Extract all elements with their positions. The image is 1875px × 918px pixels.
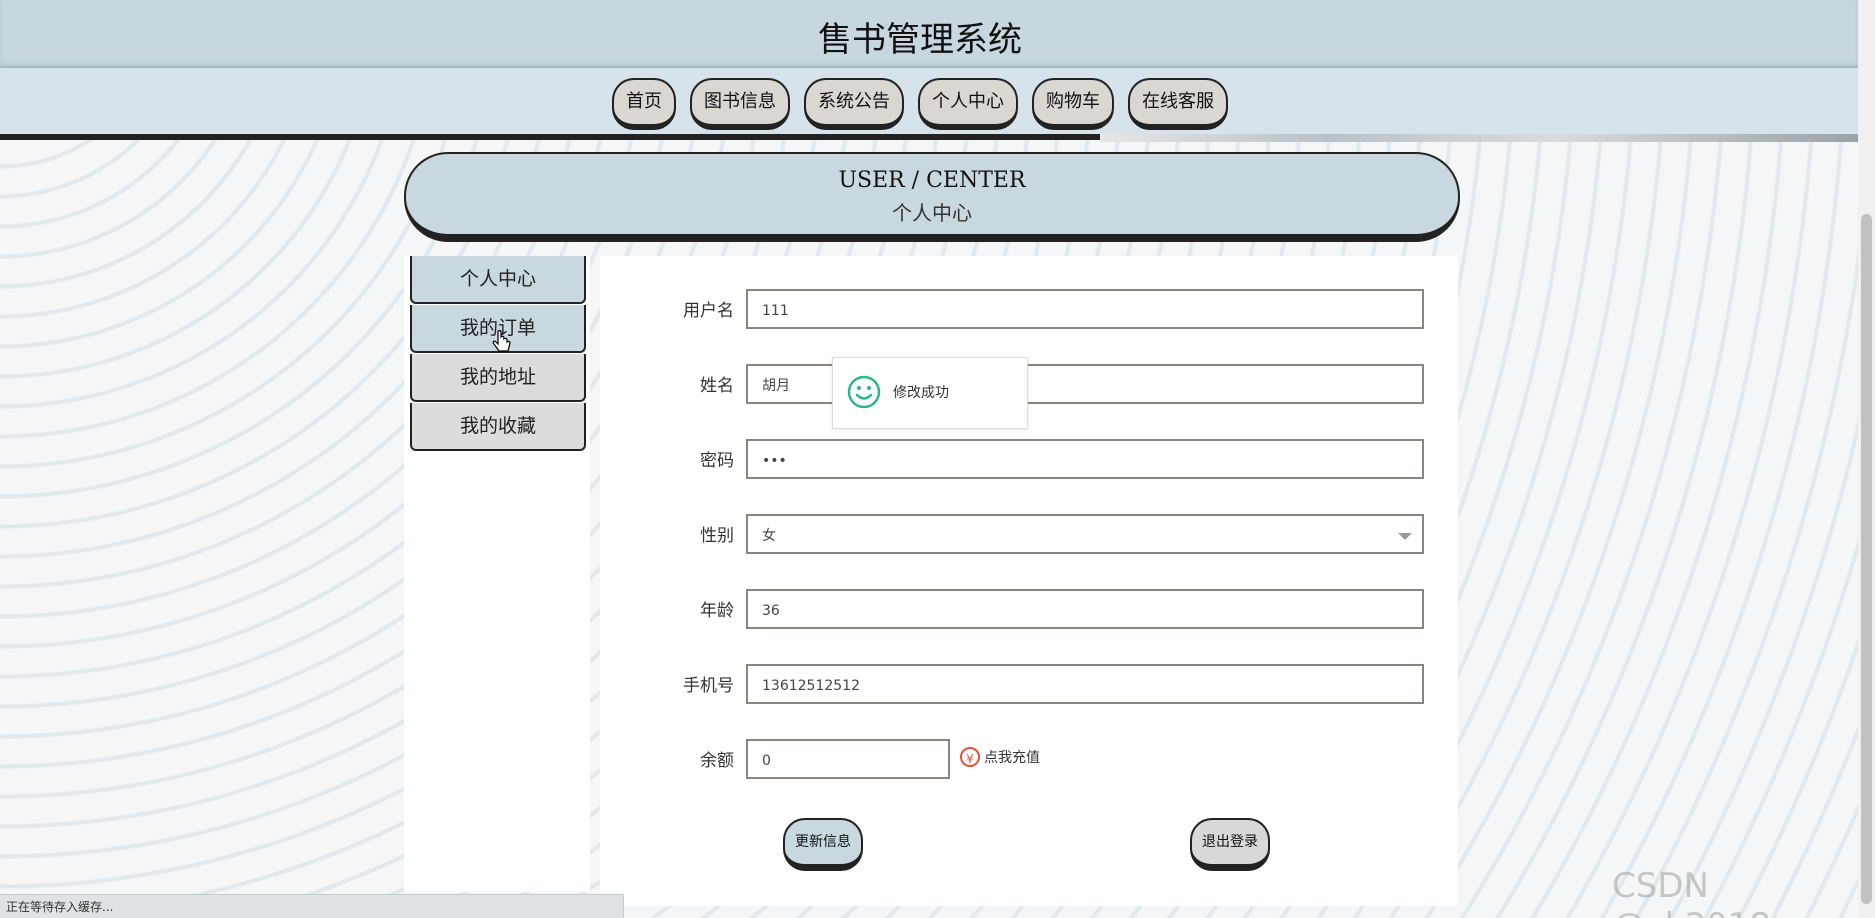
- sidebar-item-my-favorites[interactable]: 我的收藏: [410, 403, 586, 451]
- nav-item-user-center[interactable]: 个人中心: [918, 78, 1018, 130]
- page-scrollbar[interactable]: [1858, 0, 1875, 918]
- row-name: 姓名 胡月: [600, 364, 1458, 408]
- balance-label: 余额: [700, 751, 734, 771]
- banner-title-en: USER / CENTER: [838, 168, 1026, 193]
- password-label: 密码: [700, 451, 734, 471]
- browser-status-bar: 正在等待存入缓存...: [0, 894, 624, 918]
- sidebar-item-user-center[interactable]: 个人中心: [410, 256, 586, 304]
- section-banner: USER / CENTER 个人中心: [404, 152, 1460, 242]
- gender-label: 性别: [700, 526, 734, 546]
- phone-input[interactable]: 13612512512: [746, 664, 1424, 704]
- age-input[interactable]: 36: [746, 589, 1424, 629]
- row-phone: 手机号 13612512512: [600, 664, 1458, 708]
- row-password: 密码 •••: [600, 439, 1458, 483]
- header-photo-strip: [1100, 134, 1858, 142]
- scrollbar-thumb[interactable]: [1861, 214, 1872, 904]
- gender-select[interactable]: 女: [746, 514, 1424, 554]
- nav-item-cart[interactable]: 购物车: [1032, 78, 1114, 130]
- chevron-down-icon: [1398, 533, 1412, 540]
- hand-cursor-icon: [492, 330, 511, 352]
- site-title: 售书管理系统: [818, 20, 1022, 60]
- row-gender: 性别 女: [600, 514, 1458, 558]
- top-header: 售书管理系统: [0, 0, 1858, 68]
- success-toast: 修改成功: [832, 357, 1028, 429]
- main-nav: 首页 图书信息 系统公告 个人中心 购物车 在线客服: [0, 68, 1858, 140]
- profile-form: 用户名 111 姓名 胡月 密码 ••• 性别 女 年龄 36 手机号 1361…: [600, 256, 1458, 906]
- nav-item-notices[interactable]: 系统公告: [804, 78, 904, 130]
- gender-value: 女: [762, 528, 776, 544]
- username-input[interactable]: 111: [746, 289, 1424, 329]
- phone-label: 手机号: [683, 676, 734, 696]
- smile-icon: [847, 375, 881, 409]
- name-label: 姓名: [700, 376, 734, 396]
- logout-button[interactable]: 退出登录: [1190, 818, 1270, 871]
- yen-circle-icon: ¥: [960, 747, 980, 767]
- nav-item-books[interactable]: 图书信息: [690, 78, 790, 130]
- update-info-button[interactable]: 更新信息: [783, 818, 863, 871]
- banner-title-cn: 个人中心: [892, 201, 972, 225]
- nav-item-support[interactable]: 在线客服: [1128, 78, 1228, 130]
- age-label: 年龄: [700, 601, 734, 621]
- toast-message: 修改成功: [893, 385, 949, 401]
- sidebar-item-my-address[interactable]: 我的地址: [410, 354, 586, 402]
- password-input[interactable]: •••: [746, 439, 1424, 479]
- nav-wrap: 首页 图书信息 系统公告 个人中心 购物车 在线客服: [0, 78, 1858, 130]
- row-username: 用户名 111: [600, 289, 1458, 333]
- balance-input[interactable]: 0: [746, 739, 950, 779]
- recharge-link[interactable]: ¥ 点我充值: [960, 747, 1040, 767]
- row-age: 年龄 36: [600, 589, 1458, 633]
- username-label: 用户名: [683, 301, 734, 321]
- nav-item-home[interactable]: 首页: [612, 78, 676, 130]
- watermark-text: CSDN @ck3018: [1612, 866, 1771, 918]
- row-balance: 余额 0 ¥ 点我充值: [600, 739, 1458, 783]
- recharge-label: 点我充值: [984, 750, 1040, 766]
